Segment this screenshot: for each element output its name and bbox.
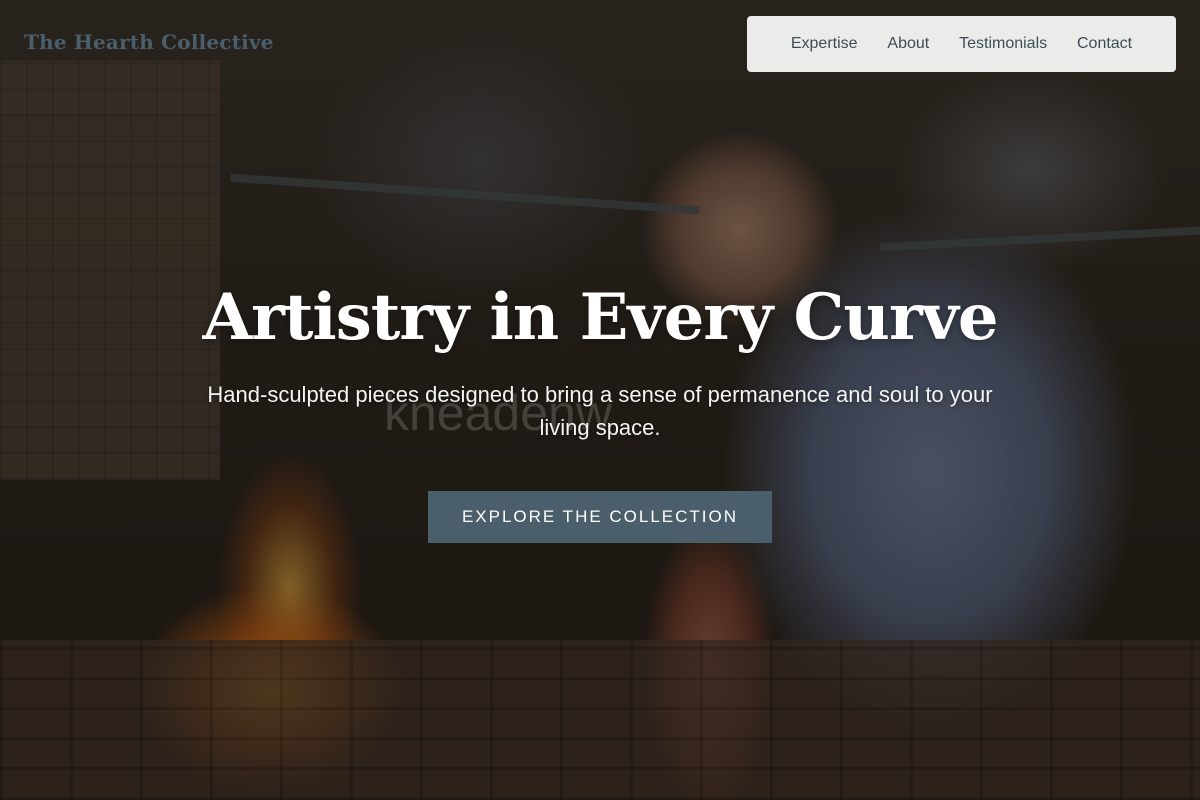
nav-link-testimonials[interactable]: Testimonials (959, 35, 1047, 53)
nav-link-contact[interactable]: Contact (1077, 35, 1132, 53)
explore-collection-button[interactable]: EXPLORE THE COLLECTION (428, 491, 772, 543)
hero-subheadline: Hand-sculpted pieces designed to bring a… (207, 382, 993, 440)
hero-headline: Artistry in Every Curve (202, 280, 998, 355)
main-navigation: Expertise About Testimonials Contact (747, 16, 1176, 72)
nav-link-about[interactable]: About (887, 35, 929, 53)
hero-section: kneadenw The Hearth Collective Expertise… (0, 0, 1200, 800)
nav-link-expertise[interactable]: Expertise (791, 35, 858, 53)
brand-logo-link[interactable]: The Hearth Collective (24, 30, 274, 54)
hero-content: Artistry in Every Curve Hand-sculpted pi… (0, 272, 1200, 543)
